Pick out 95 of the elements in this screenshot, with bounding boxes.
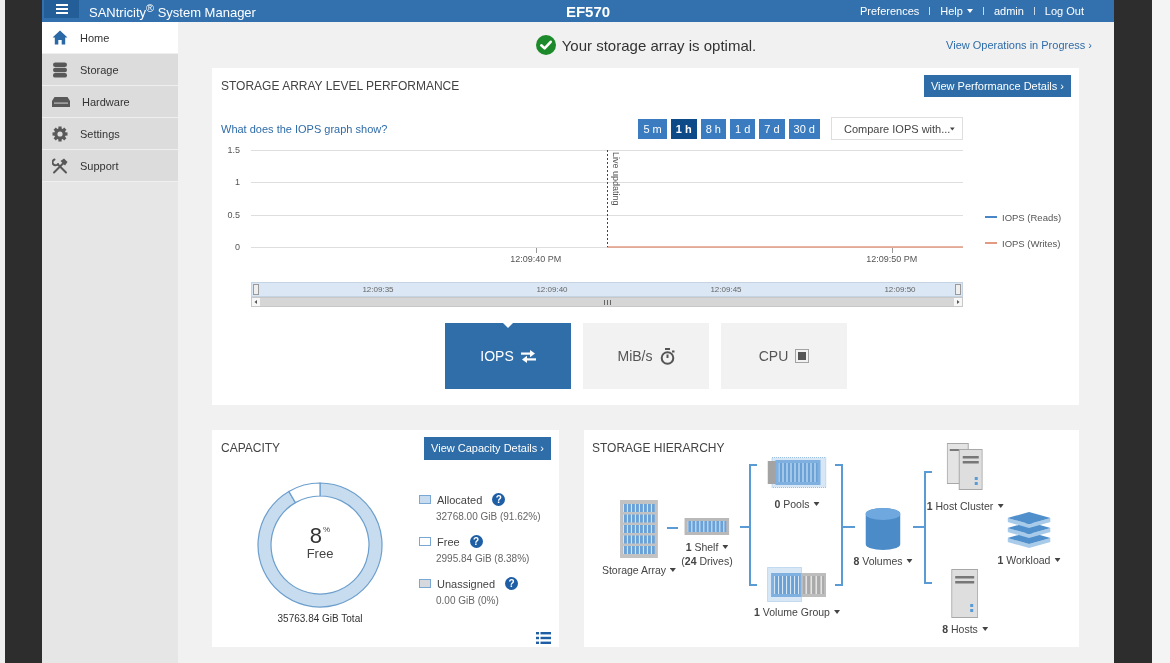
menu-button[interactable] bbox=[44, 0, 79, 18]
time-label: 12:09:35 bbox=[362, 285, 394, 294]
legend-label: Unassigned bbox=[437, 577, 496, 590]
time-range-button[interactable]: 1 h bbox=[670, 118, 697, 139]
sidebar-item[interactable]: Hardware bbox=[42, 86, 178, 118]
nav-link[interactable]: Log Out bbox=[1044, 5, 1084, 17]
drive-icon bbox=[52, 96, 70, 107]
nav-link[interactable]: admin bbox=[993, 5, 1024, 17]
legend-label: IOPS (Writes) bbox=[1002, 237, 1061, 249]
legend-label: Allocated bbox=[437, 493, 483, 506]
legend-amount: 2995.84 GiB (8.38%) bbox=[435, 552, 531, 566]
details-button[interactable]: View Performance Details › bbox=[923, 75, 1071, 97]
node-label[interactable]: Storage Array bbox=[601, 563, 677, 577]
settings-icon bbox=[52, 125, 68, 142]
system-name: EF570 bbox=[565, 2, 611, 20]
status-message: Your storage array is optimal. bbox=[561, 36, 757, 54]
stopwatch-icon bbox=[659, 347, 675, 365]
app-title: SANtricity$^{®}$ System Manager bbox=[89, 1, 256, 21]
free-label: Free bbox=[306, 547, 334, 561]
right-arrow-icon[interactable] bbox=[954, 298, 962, 306]
layers-icon[interactable] bbox=[1007, 511, 1051, 548]
percent-unit: % bbox=[323, 525, 331, 535]
tools-icon bbox=[52, 157, 68, 174]
legend-label: Free bbox=[437, 535, 460, 548]
sidebar-item[interactable]: Support bbox=[42, 150, 178, 182]
graph-info-link[interactable]: What does the IOPS graph show? bbox=[221, 122, 388, 135]
marker-label: Live updating bbox=[610, 152, 621, 206]
house-icon bbox=[52, 30, 68, 45]
legend-amount: 0.00 GiB (0%) bbox=[435, 594, 500, 608]
node-sublabel: (24 Drives) bbox=[681, 554, 733, 568]
time-range-button[interactable]: 5 m bbox=[638, 118, 667, 139]
database-icon bbox=[52, 61, 68, 78]
nav-link[interactable]: Help bbox=[940, 5, 973, 17]
sidebar-item[interactable]: Settings bbox=[42, 118, 178, 150]
time-range-button[interactable]: 30 d bbox=[788, 118, 820, 139]
left-arrow-icon[interactable] bbox=[252, 298, 260, 306]
drive-tray-icon[interactable] bbox=[767, 457, 827, 488]
help-icon[interactable]: ? bbox=[505, 577, 519, 590]
caret-icon bbox=[950, 126, 955, 131]
operations-link[interactable]: View Operations in Progress › bbox=[946, 39, 1092, 51]
help-icon[interactable]: ? bbox=[469, 535, 483, 548]
tick-mark bbox=[536, 247, 537, 254]
axis-label: 0 bbox=[235, 242, 240, 252]
swap-arrows-icon bbox=[520, 349, 536, 363]
time-range-button[interactable]: 8 h bbox=[700, 118, 726, 139]
chip-icon bbox=[795, 349, 810, 363]
axis-label: 0.5 bbox=[227, 209, 240, 220]
time-label: 12:09:50 bbox=[884, 285, 916, 294]
axis-label: 1.5 bbox=[227, 145, 240, 155]
details-button[interactable]: View Capacity Details › bbox=[424, 436, 551, 460]
total-capacity: 35763.84 GiB Total bbox=[277, 612, 363, 626]
server-icon[interactable] bbox=[951, 569, 979, 618]
legend-amount: 32768.00 GiB (91.62%) bbox=[435, 510, 541, 524]
cylinder-icon[interactable] bbox=[865, 508, 901, 550]
node-label[interactable]: 8 Hosts bbox=[942, 622, 988, 636]
sidebar-item[interactable]: Home bbox=[42, 22, 178, 54]
navigator-track[interactable]: 12:09:35 12:09:40 12:09:45 12:09:50 bbox=[251, 282, 963, 297]
drive-tray-icon[interactable] bbox=[767, 567, 827, 602]
metric-tab[interactable]: IOPS bbox=[445, 323, 571, 389]
compare-select[interactable]: Compare IOPS with... bbox=[831, 117, 963, 140]
free-percent: 8 bbox=[309, 525, 323, 547]
range-handle[interactable] bbox=[253, 284, 259, 295]
list-icon[interactable] bbox=[536, 632, 551, 644]
node-label[interactable]: 1 Shelf bbox=[685, 540, 729, 554]
card-title: CAPACITY bbox=[221, 441, 281, 455]
time-label: 12:09:45 bbox=[710, 285, 742, 294]
legend-label: IOPS (Reads) bbox=[1002, 211, 1062, 223]
node-label[interactable]: 1 Workload bbox=[997, 553, 1061, 567]
nav-link[interactable]: Preferences bbox=[859, 5, 920, 17]
connector-line bbox=[666, 527, 679, 529]
time-range-button[interactable]: 7 d bbox=[759, 118, 785, 139]
metric-tab[interactable]: CPU bbox=[721, 323, 847, 389]
grip-icon[interactable] bbox=[603, 299, 611, 305]
node-label[interactable]: 8 Volumes bbox=[853, 554, 913, 568]
node-label[interactable]: 1 Host Cluster bbox=[926, 499, 1004, 513]
server-pair-icon[interactable] bbox=[947, 443, 983, 490]
check-circle-icon bbox=[535, 35, 556, 55]
metric-tab[interactable]: MiB/s bbox=[583, 323, 709, 389]
storage-array-icon[interactable] bbox=[620, 500, 658, 558]
axis-label: 12:09:50 PM bbox=[866, 254, 918, 264]
tick-mark bbox=[892, 247, 893, 254]
help-icon[interactable]: ? bbox=[492, 493, 506, 506]
time-range-button[interactable]: 1 d bbox=[730, 118, 756, 139]
node-label[interactable]: 1 Volume Group bbox=[754, 605, 840, 619]
time-label: 12:09:40 bbox=[536, 285, 568, 294]
node-label[interactable]: 0 Pools bbox=[774, 497, 820, 511]
scrollbar[interactable] bbox=[251, 297, 963, 307]
axis-label: 1 bbox=[235, 177, 240, 188]
menu-icon bbox=[55, 4, 68, 14]
range-handle[interactable] bbox=[955, 284, 961, 295]
sidebar-item[interactable]: Storage bbox=[42, 54, 178, 86]
drive-shelf-icon[interactable] bbox=[684, 518, 730, 535]
axis-label: 12:09:40 PM bbox=[510, 254, 562, 264]
card-title: STORAGE ARRAY LEVEL PERFORMANCE bbox=[221, 79, 460, 93]
card-title: STORAGE HIERARCHY bbox=[592, 441, 725, 455]
